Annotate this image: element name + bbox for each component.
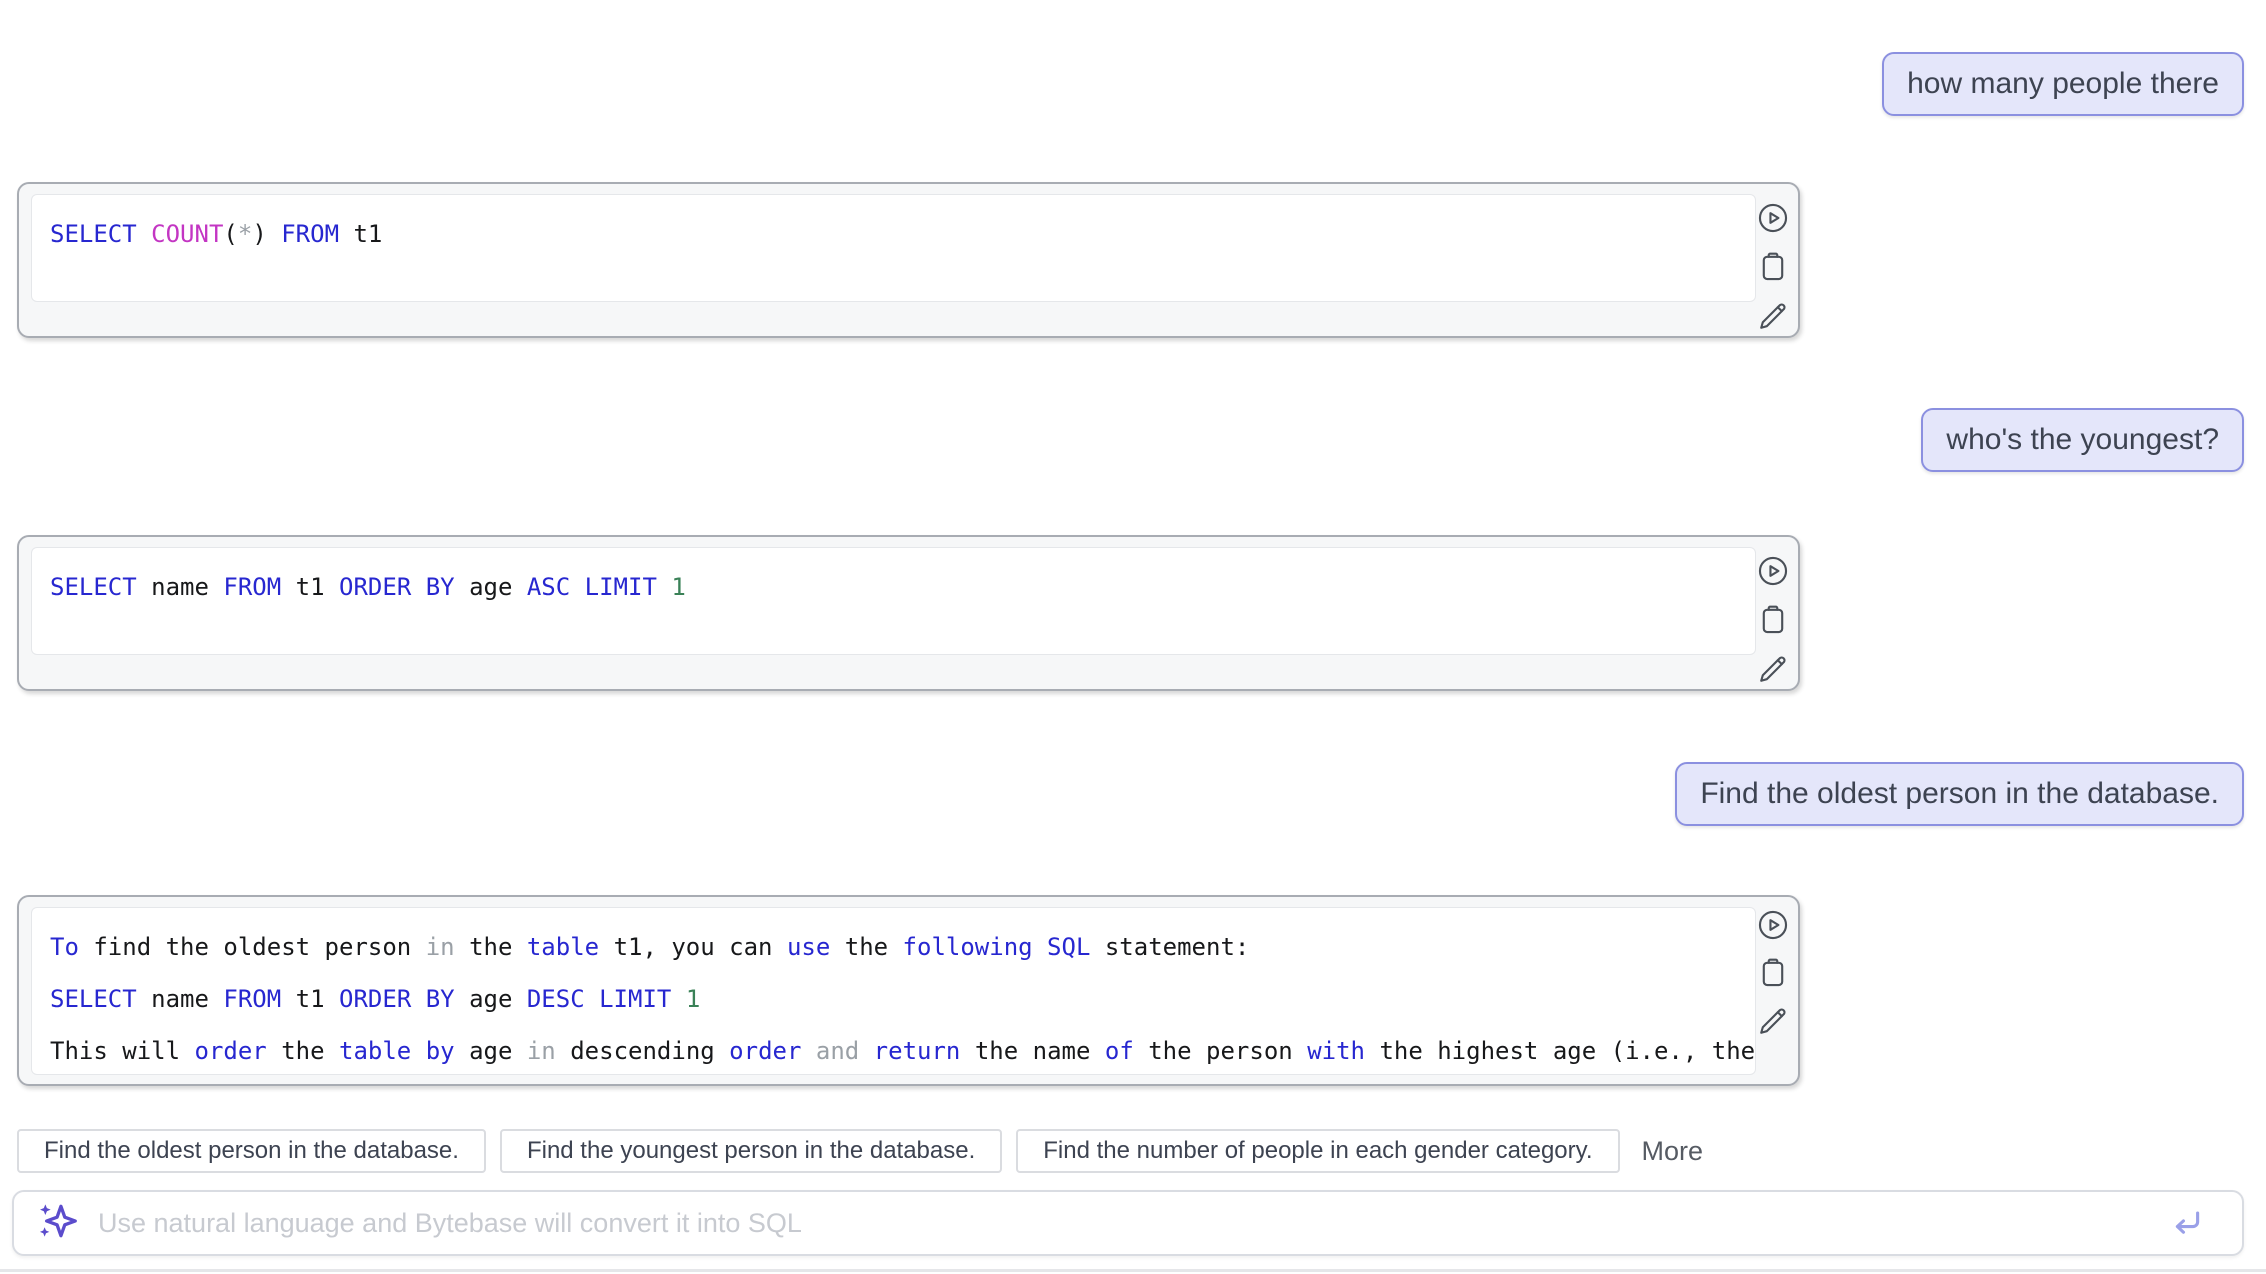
- assistant-response-box: SELECT name FROM t1 ORDER BY age ASC LIM…: [17, 535, 1800, 691]
- code-line: SELECT COUNT(*) FROM t1: [50, 208, 1737, 260]
- return-icon[interactable]: [2170, 1206, 2204, 1240]
- user-message-bubble: Find the oldest person in the database.: [1675, 762, 2244, 826]
- assistant-response-box: SELECT COUNT(*) FROM t1: [17, 182, 1800, 338]
- code-line: SELECT name FROM t1 ORDER BY age ASC LIM…: [50, 561, 1737, 613]
- clipboard-icon[interactable]: [1755, 955, 1791, 991]
- user-message-bubble: who's the youngest?: [1921, 408, 2244, 472]
- sql-code-block: To find the oldest person in the table t…: [31, 907, 1756, 1075]
- suggestion-chip[interactable]: Find the youngest person in the database…: [500, 1129, 1002, 1173]
- response-action-bar: [1753, 200, 1793, 334]
- sql-code-block: SELECT COUNT(*) FROM t1: [31, 194, 1756, 302]
- bottom-divider: [0, 1269, 2266, 1272]
- pencil-icon[interactable]: [1755, 651, 1791, 687]
- user-message-bubble: how many people there: [1882, 52, 2244, 116]
- suggestion-chip[interactable]: Find the oldest person in the database.: [17, 1129, 486, 1173]
- nl2sql-input-container: [12, 1190, 2244, 1256]
- clipboard-icon[interactable]: [1755, 602, 1791, 638]
- suggestion-chip[interactable]: Find the number of people in each gender…: [1016, 1129, 1619, 1173]
- suggestion-chip-row: Find the oldest person in the database. …: [17, 1129, 1703, 1173]
- play-icon[interactable]: [1755, 553, 1791, 589]
- pencil-icon[interactable]: [1755, 1003, 1791, 1039]
- assistant-response-box: To find the oldest person in the table t…: [17, 895, 1800, 1086]
- code-line: SELECT name FROM t1 ORDER BY age DESC LI…: [50, 973, 1737, 1025]
- response-action-bar: [1753, 907, 1793, 1039]
- sql-code-block: SELECT name FROM t1 ORDER BY age ASC LIM…: [31, 547, 1756, 655]
- nl2sql-input[interactable]: [96, 1207, 2154, 1240]
- sparkles-icon: [36, 1199, 80, 1248]
- code-line: To find the oldest person in the table t…: [50, 921, 1737, 973]
- play-icon[interactable]: [1755, 200, 1791, 236]
- pencil-icon[interactable]: [1755, 298, 1791, 334]
- play-icon[interactable]: [1755, 907, 1791, 943]
- clipboard-icon[interactable]: [1755, 249, 1791, 285]
- more-button[interactable]: More: [1642, 1136, 1704, 1167]
- code-line: This will order the table by age in desc…: [50, 1025, 1737, 1075]
- response-action-bar: [1753, 553, 1793, 687]
